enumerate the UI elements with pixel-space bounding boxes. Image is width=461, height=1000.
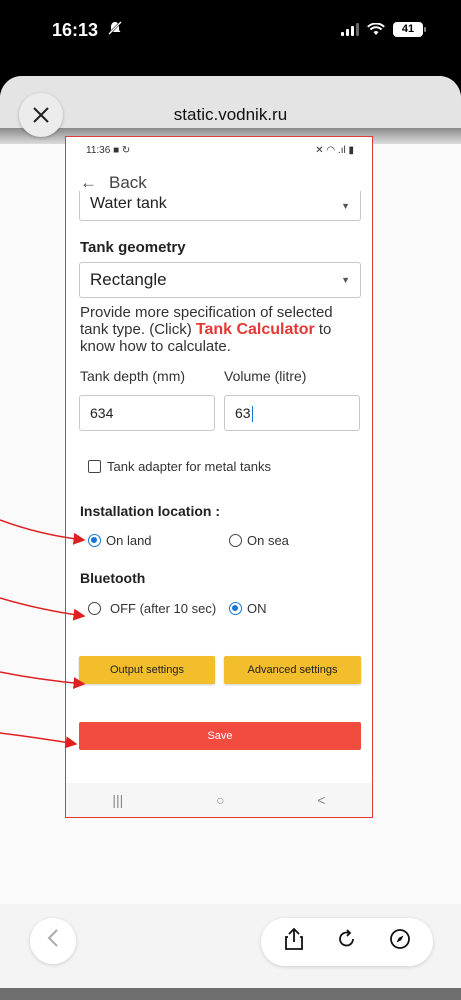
bluetooth-option-off[interactable]: OFF (after 10 sec): [88, 601, 216, 616]
recents-icon[interactable]: |||: [112, 792, 123, 808]
geometry-heading: Tank geometry: [80, 239, 186, 256]
compass-icon[interactable]: [389, 928, 411, 956]
back-button[interactable]: ← Back: [80, 173, 147, 193]
silent-bell-icon: [108, 21, 122, 39]
tank-adapter-checkbox-row[interactable]: Tank adapter for metal tanks: [88, 459, 271, 474]
back-label: Back: [109, 173, 147, 192]
output-settings-button[interactable]: Output settings: [79, 656, 215, 684]
ios-status-bar: 16:13 41: [0, 0, 461, 72]
arrow-left-icon: ←: [80, 173, 97, 192]
share-icon[interactable]: [283, 927, 305, 957]
android-status-time: 11:36: [86, 145, 111, 156]
caret-down-icon: ▼: [341, 275, 350, 285]
geometry-description: Provide more specification of selected t…: [80, 304, 333, 355]
radio-unselected[interactable]: [229, 534, 242, 547]
radio-selected[interactable]: [229, 602, 242, 615]
depth-input[interactable]: 634: [79, 395, 215, 431]
android-status-right-icons: ✕ ◠ .ıl ▮: [315, 145, 354, 156]
tank-adapter-checkbox[interactable]: [88, 460, 101, 473]
android-nav-bar: ||| ○ <: [66, 783, 372, 817]
text-cursor: [251, 406, 253, 423]
android-status-icons: ■ ↻: [113, 145, 131, 156]
bluetooth-heading: Bluetooth: [80, 570, 146, 586]
signal-icon: [341, 23, 359, 36]
radio-selected[interactable]: [88, 534, 101, 547]
save-button[interactable]: Save: [79, 722, 361, 750]
actions-pill: [261, 918, 433, 966]
status-time: 16:13: [52, 20, 99, 40]
tank-calculator-link[interactable]: Tank Calculator: [196, 321, 315, 338]
tank-type-value: Water tank: [90, 195, 167, 212]
location-heading: Installation location :: [80, 503, 221, 519]
wifi-icon: [367, 22, 385, 36]
reload-icon[interactable]: [336, 928, 358, 956]
volume-label: Volume (litre): [224, 368, 307, 384]
nav-back-icon[interactable]: <: [317, 792, 325, 808]
location-option-sea[interactable]: On sea: [229, 533, 289, 548]
battery-icon: 41: [393, 22, 426, 37]
bottom-toolbar: [0, 904, 461, 1000]
advanced-settings-button[interactable]: Advanced settings: [224, 656, 361, 684]
geometry-value: Rectangle: [90, 270, 167, 289]
geometry-select[interactable]: Rectangle ▼: [79, 262, 361, 298]
location-option-land[interactable]: On land: [88, 533, 152, 548]
tank-adapter-label: Tank adapter for metal tanks: [107, 459, 272, 474]
chevron-left-icon: [47, 928, 59, 954]
page-url: static.vodnik.ru: [173, 105, 288, 124]
depth-label: Tank depth (mm): [80, 368, 186, 384]
android-status-bar: 11:36 ■ ↻ ✕ ◠ .ıl ▮: [86, 145, 354, 156]
status-indicators: 41: [341, 22, 426, 37]
home-icon[interactable]: ○: [216, 792, 224, 808]
volume-input[interactable]: 63: [224, 395, 360, 431]
browser-back-button[interactable]: [30, 918, 76, 964]
tank-type-select[interactable]: Water tank ▼: [79, 191, 361, 221]
radio-unselected[interactable]: [88, 602, 101, 615]
app-screenshot: 11:36 ■ ↻ ✕ ◠ .ıl ▮ ← Back Water tank ▼ …: [65, 136, 373, 818]
caret-down-icon: ▼: [341, 200, 350, 211]
bluetooth-option-on[interactable]: ON: [229, 601, 267, 616]
